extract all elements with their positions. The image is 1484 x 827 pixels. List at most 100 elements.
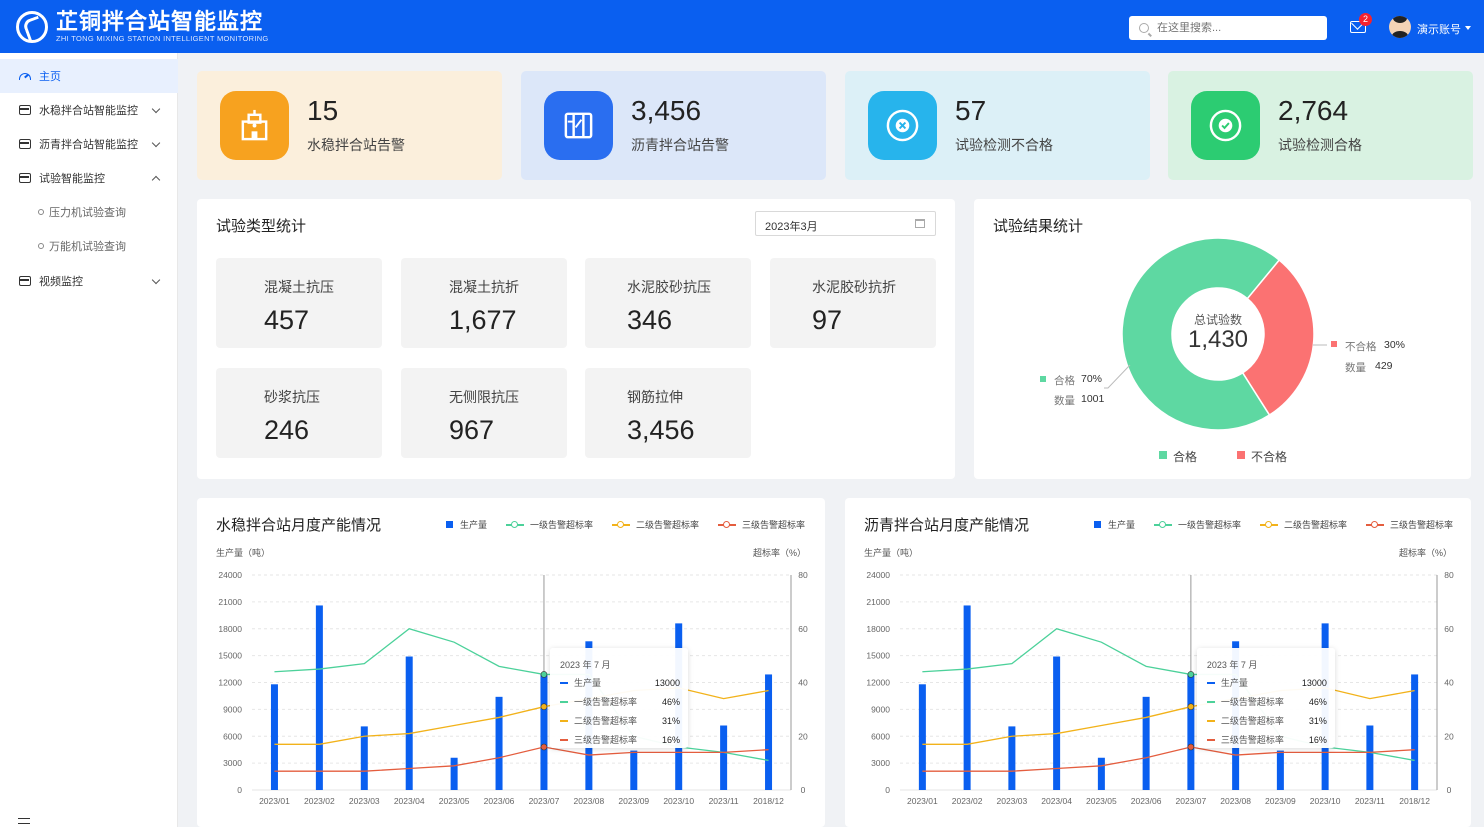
series-line[interactable] xyxy=(922,746,1415,772)
series-line[interactable] xyxy=(922,628,1415,762)
month-picker-value: 2023年3月 xyxy=(765,221,818,233)
tooltip-row: 生产量 13000 xyxy=(559,676,680,689)
cross-circle-icon xyxy=(886,109,919,142)
test-type-tile[interactable]: 砂浆抗压 246 xyxy=(216,368,382,458)
test-type-tile[interactable]: 钢筋拉伸 3,456 xyxy=(585,368,751,458)
test-type-tile[interactable]: 混凝土抗压 457 xyxy=(216,258,382,348)
book-icon xyxy=(564,112,593,139)
sidebar-item-cement-station[interactable]: 水稳拌合站智能监控 xyxy=(0,93,178,127)
x-tick: 2023/06 xyxy=(1131,796,1162,806)
test-type-name: 混凝土抗压 xyxy=(264,279,334,295)
y-tick-right: 40 xyxy=(798,678,808,688)
tooltip-value: 31% xyxy=(661,715,680,726)
series-line[interactable] xyxy=(274,746,769,772)
test-type-tile[interactable]: 混凝土抗折 1,677 xyxy=(401,258,567,348)
logo[interactable]: 芷铜拌合站智能监控 ZHI TONG MIXING STATION INTELL… xyxy=(16,9,269,44)
stat-card-test-fail[interactable]: 57 试验检测不合格 xyxy=(845,71,1150,180)
tooltip-series-name: 生产量 xyxy=(573,678,601,688)
month-picker[interactable]: 2023年3月 xyxy=(755,211,936,236)
bar[interactable] xyxy=(963,605,971,790)
sidebar-subitem-press-test[interactable]: 压力机试验查询 xyxy=(0,195,178,229)
search-input[interactable] xyxy=(1157,22,1317,34)
test-type-name: 水泥胶砂抗折 xyxy=(812,279,896,295)
tooltip-value: 16% xyxy=(661,734,680,745)
bar[interactable] xyxy=(1187,673,1195,790)
sidebar-item-video[interactable]: 视频监控 xyxy=(0,264,178,298)
fail-count: 429 xyxy=(1375,360,1393,372)
sidebar-subitem-label: 万能机试验查询 xyxy=(49,241,126,253)
stat-icon-box xyxy=(868,91,937,160)
test-type-tile[interactable]: 水泥胶砂抗折 97 xyxy=(770,258,936,348)
bar[interactable] xyxy=(1366,725,1374,791)
server-icon xyxy=(19,139,31,149)
tooltip-row: 三级告警超标率 16% xyxy=(1206,733,1327,746)
legend-fail[interactable]: 不合格 xyxy=(1251,448,1287,465)
bar[interactable] xyxy=(495,696,503,790)
series-point[interactable] xyxy=(1187,671,1195,678)
stat-card-asphalt-alarm[interactable]: 3,456 沥青拌合站告警 xyxy=(521,71,826,180)
sidebar-item-label: 主页 xyxy=(39,71,61,83)
series-line[interactable] xyxy=(274,628,769,762)
y-tick-left: 15000 xyxy=(218,651,242,661)
fail-label: 不合格 xyxy=(1345,341,1377,353)
chevron-down-icon[interactable] xyxy=(1465,26,1471,30)
tooltip-marker xyxy=(559,738,568,741)
stat-card-test-pass[interactable]: 2,764 试验检测合格 xyxy=(1168,71,1473,180)
sidebar-item-asphalt-station[interactable]: 沥青拌合站智能监控 xyxy=(0,127,178,161)
test-type-name: 砂浆抗压 xyxy=(264,389,320,405)
bar[interactable] xyxy=(1097,757,1105,790)
bar[interactable] xyxy=(720,725,728,791)
series-point[interactable] xyxy=(540,743,548,751)
bar[interactable] xyxy=(1053,656,1061,790)
bar[interactable] xyxy=(315,605,323,790)
bar[interactable] xyxy=(630,750,638,790)
series-point[interactable] xyxy=(1187,743,1195,751)
legend-pass[interactable]: 合格 xyxy=(1173,448,1197,465)
bar[interactable] xyxy=(270,684,278,790)
tooltip-series-name: 三级告警超标率 xyxy=(573,735,637,745)
sidebar-item-label: 试验智能监控 xyxy=(39,173,105,185)
y-tick-left: 24000 xyxy=(218,570,242,580)
search-box[interactable] xyxy=(1129,16,1327,40)
test-type-value: 3,456 xyxy=(627,415,695,445)
legend-swatch-pass xyxy=(1159,451,1167,459)
test-type-tile[interactable]: 无侧限抗压 967 xyxy=(401,368,567,458)
bar[interactable] xyxy=(540,673,548,790)
x-tick: 2023/06 xyxy=(484,796,515,806)
bar[interactable] xyxy=(918,684,926,790)
account-name[interactable]: 演示账号 xyxy=(1417,21,1461,37)
sidebar-subitem-universal-test[interactable]: 万能机试验查询 xyxy=(0,229,178,263)
bar[interactable] xyxy=(450,757,458,790)
tooltip-marker xyxy=(1206,681,1215,684)
x-tick: 2023/10 xyxy=(1310,796,1341,806)
tooltip-series-name: 二级告警超标率 xyxy=(1220,716,1284,726)
legend-swatch-pass xyxy=(1040,376,1046,382)
series-point[interactable] xyxy=(540,671,548,678)
avatar[interactable] xyxy=(1389,16,1411,38)
section-title: 试验类型统计 xyxy=(216,218,307,235)
series-point[interactable] xyxy=(540,703,548,710)
sidebar-item-test-monitor[interactable]: 试验智能监控 xyxy=(0,161,178,195)
x-tick: 2023/02 xyxy=(952,796,983,806)
y-tick-right: 0 xyxy=(1447,785,1452,795)
test-type-tile[interactable]: 水泥胶砂抗压 346 xyxy=(585,258,751,348)
bar[interactable] xyxy=(765,674,773,790)
bar[interactable] xyxy=(1411,674,1419,790)
sidebar-item-label: 沥青拌合站智能监控 xyxy=(39,139,138,151)
bar[interactable] xyxy=(1276,750,1284,790)
y-tick-left: 18000 xyxy=(866,624,890,634)
tooltip-marker xyxy=(1206,700,1215,703)
bar[interactable] xyxy=(405,656,413,790)
y-tick-left: 21000 xyxy=(218,597,242,607)
x-tick: 2023/09 xyxy=(1265,796,1296,806)
notification-badge: 2 xyxy=(1359,13,1372,26)
bar[interactable] xyxy=(1142,696,1150,790)
stat-label: 试验检测合格 xyxy=(1278,137,1362,153)
test-type-name: 钢筋拉伸 xyxy=(627,389,683,405)
series-point[interactable] xyxy=(1187,703,1195,710)
sidebar-item-home[interactable]: 主页 xyxy=(0,59,178,93)
stat-icon-box xyxy=(220,91,289,160)
menu-collapse-icon[interactable] xyxy=(18,818,30,824)
stat-card-cement-alarm[interactable]: 15 水稳拌合站告警 xyxy=(197,71,502,180)
pass-label: 合格 xyxy=(1054,375,1075,387)
